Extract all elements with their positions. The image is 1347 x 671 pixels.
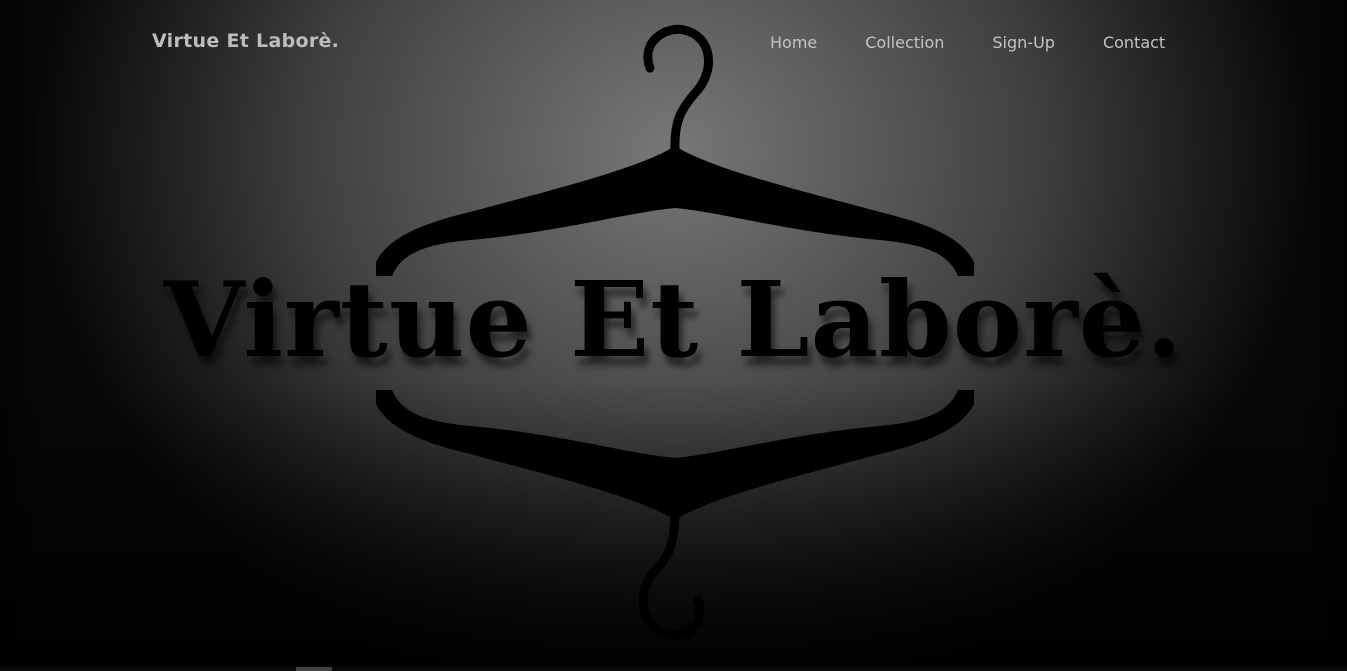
hero-title: Virtue Et Laborè. (163, 258, 1184, 381)
main-nav: Home Collection Sign-Up Contact (770, 33, 1165, 52)
nav-collection-link[interactable]: Collection (865, 33, 944, 52)
landing-page: Virtue Et Laborè. Home Collection Sign-U… (0, 0, 1347, 671)
top-hanger-body (376, 146, 974, 276)
brand-link[interactable]: Virtue Et Laborè. (152, 30, 339, 52)
bottom-hook (638, 511, 705, 640)
nav-home-link[interactable]: Home (770, 33, 817, 52)
nav-contact-link[interactable]: Contact (1103, 33, 1165, 52)
scroll-indicator[interactable] (296, 667, 332, 671)
page-bottom-edge (0, 667, 1347, 671)
top-hook (643, 24, 713, 155)
nav-signup-link[interactable]: Sign-Up (992, 33, 1055, 52)
bottom-hanger-body (376, 390, 974, 520)
